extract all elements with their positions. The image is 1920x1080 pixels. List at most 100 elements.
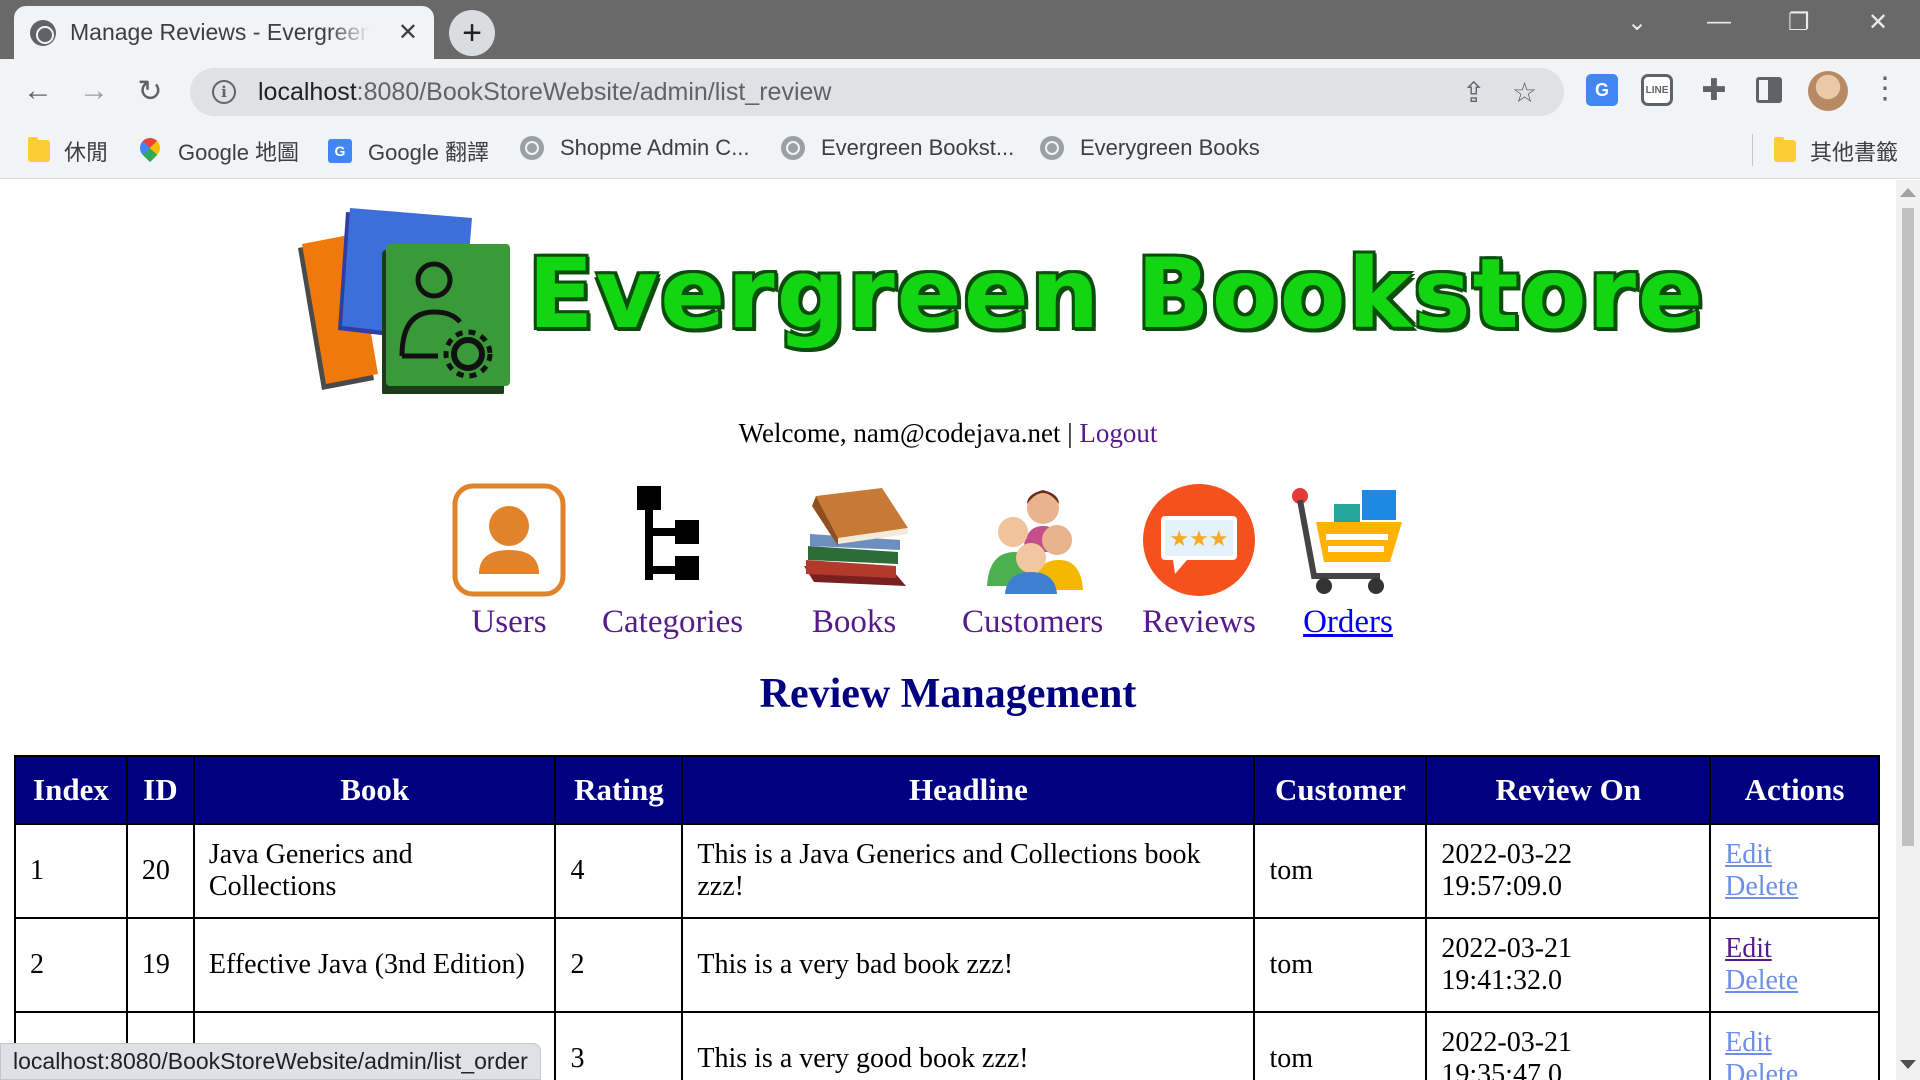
reload-icon[interactable]: ↻ [130,71,170,111]
cell-actions: Edit Delete [1709,823,1880,919]
url-host: localhost [258,77,357,106]
column-header: Actions [1709,755,1880,825]
reviews-table: Index ID Book Rating Headline Customer R… [14,755,1880,1080]
welcome-text: Welcome, nam@codejava.net | [738,418,1073,448]
menu-users[interactable]: Users [451,482,567,641]
extensions-puzzle-icon[interactable]: ✚ [1698,74,1730,107]
scroll-up-arrow-icon[interactable] [1900,188,1916,197]
translate-icon: G [328,139,352,163]
side-panel-icon[interactable] [1756,77,1782,103]
cell-actions: Edit Delete [1709,917,1880,1013]
bookmark-shopme-admin[interactable]: Shopme Admin C... [520,135,750,161]
restore-icon[interactable]: ❐ [1788,8,1810,37]
bookmark-label: Google 翻譯 [368,140,490,165]
page-title: Review Management [759,671,1137,717]
review-date: 2022-03-22 [1441,839,1573,870]
column-header: Book [192,755,557,825]
menu-label-books: Books [811,604,897,640]
svg-text:★★★: ★★★ [1169,527,1228,552]
bookmark-star-icon[interactable]: ☆ [1512,76,1537,109]
tab-search-chevron-icon[interactable]: ⌄ [1627,8,1647,37]
bookmark-google-maps[interactable]: Google 地圖 [140,135,299,167]
review-time: 19:57:09.0 [1441,871,1562,902]
url-text: localhost:8080/BookStoreWebsite/admin/li… [258,78,831,107]
globe-icon [1040,136,1064,160]
bookmark-label: Evergreen Bookst... [821,135,1015,160]
logo-text: Evergreen Bookstore [528,238,1706,350]
bookmark-folder-leisure[interactable]: 休閒 [28,135,108,167]
bookmark-everygreen-books[interactable]: Everygreen Books [1040,135,1260,161]
page-viewport: Evergreen Bookstore Welcome, nam@codejav… [0,180,1896,1080]
edit-link[interactable]: Edit [1725,933,1864,965]
browser-tab-active[interactable]: Manage Reviews - Evergreen Bookstore Adm… [14,6,434,59]
link-status-bar: localhost:8080/BookStoreWebsite/admin/li… [0,1043,541,1080]
delete-link[interactable]: Delete [1725,871,1864,903]
orders-cart-icon [1292,488,1402,594]
cell-headline: This is a Java Generics and Collections … [681,823,1256,919]
review-time: 19:35:47.0 [1441,1059,1562,1080]
cell-review-on: 2022-03-21 19:35:47.0 [1425,1011,1712,1080]
column-header: Index [14,755,128,825]
bookmark-label: 休閒 [64,140,109,165]
bookmark-other-folder[interactable]: 其他書籤 [1774,135,1898,167]
tab-title: Manage Reviews - Evergreen Bookstore Adm… [70,19,370,45]
cell-review-on: 2022-03-21 19:41:32.0 [1425,917,1712,1013]
google-translate-extension-icon[interactable]: G [1586,74,1618,106]
review-date: 2022-03-21 [1441,1027,1573,1058]
table-header-row: Index ID Book Rating Headline Customer R… [14,755,1880,825]
table-row: 1 20 Java Generics and Collections 4 Thi… [14,823,1880,919]
cell-rating: 3 [554,1011,684,1080]
vertical-scrollbar[interactable] [1896,180,1920,1080]
tab-close-icon[interactable]: ✕ [398,18,418,47]
site-info-icon[interactable]: i [212,80,236,104]
column-header: Rating [554,755,684,825]
users-icon [452,483,566,597]
reviews-stars-icon: ★★★ [1143,484,1255,596]
minimize-icon[interactable]: — [1707,8,1731,36]
logout-link[interactable]: Logout [1079,418,1157,448]
tab-strip: Manage Reviews - Evergreen Bookstore Adm… [0,0,1920,59]
bookmark-label: Google 地圖 [178,140,300,165]
menu-books[interactable]: Books [796,482,912,641]
bookmark-evergreen-bookstore[interactable]: Evergreen Bookst... [781,135,1014,161]
menu-categories[interactable]: Categories [602,482,743,641]
menu-reviews[interactable]: ★★★ Reviews [1141,482,1257,641]
review-date: 2022-03-21 [1441,933,1573,964]
column-header: Review On [1425,755,1712,825]
menu-orders[interactable]: Orders [1290,482,1406,641]
address-bar[interactable]: i localhost:8080/BookStoreWebsite/admin/… [190,68,1564,116]
share-icon[interactable]: ⇪ [1462,76,1485,109]
scrollbar-thumb[interactable] [1902,208,1914,846]
menu-customers[interactable]: Customers [962,482,1103,641]
cell-book: Effective Java (3nd Edition) [192,917,557,1013]
forward-arrow-icon[interactable]: → [74,71,114,111]
menu-label-categories: Categories [602,604,744,640]
line-extension-icon[interactable]: LINE [1641,74,1673,106]
menu-label-orders: Orders [1303,604,1393,640]
globe-icon [781,136,805,160]
profile-avatar[interactable] [1808,71,1848,111]
url-path: :8080/BookStoreWebsite/admin/list_review [356,77,832,106]
back-arrow-icon[interactable]: ← [18,71,58,111]
edit-link[interactable]: Edit [1725,839,1864,871]
categories-tree-icon [636,486,699,580]
window-close-icon[interactable]: ✕ [1868,8,1888,37]
menu-label-reviews: Reviews [1142,604,1256,640]
new-tab-button[interactable]: + [449,10,495,56]
edit-link[interactable]: Edit [1725,1027,1864,1059]
bookmarks-divider [1752,134,1753,166]
delete-link[interactable]: Delete [1725,965,1864,997]
site-logo[interactable]: Evergreen Bookstore [288,204,1703,396]
bookmark-label: Everygreen Books [1080,135,1260,160]
browser-menu-icon[interactable]: ⋮ [1870,74,1900,104]
column-header: Headline [681,755,1256,825]
bookmark-google-translate[interactable]: G Google 翻譯 [328,135,489,167]
browser-toolbar: ← → ↻ i localhost:8080/BookStoreWebsite/… [0,59,1920,123]
cell-index: 2 [14,917,128,1013]
scroll-down-arrow-icon[interactable] [1900,1060,1916,1069]
delete-link[interactable]: Delete [1725,1059,1864,1080]
globe-icon [520,136,544,160]
cell-customer: tom [1253,1011,1428,1080]
globe-icon [30,19,56,46]
maps-pin-icon [140,138,160,164]
